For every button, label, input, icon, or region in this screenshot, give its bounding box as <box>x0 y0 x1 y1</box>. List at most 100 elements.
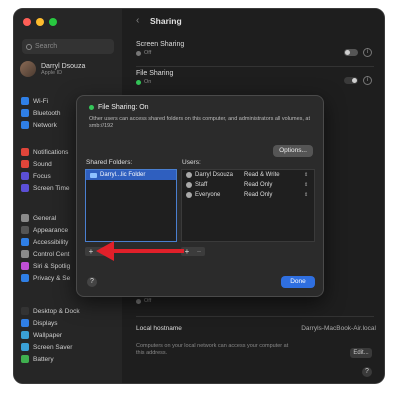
sidebar-item[interactable]: Desktop & Dock <box>19 305 119 317</box>
edit-hostname-button[interactable]: Edit... <box>350 348 372 358</box>
screen-sharing-label: Screen Sharing <box>136 41 185 48</box>
sidebar-item-label: Control Cent <box>33 250 70 258</box>
settings-pane-icon <box>21 226 29 234</box>
user-row[interactable]: Staff Read Only ⇕ <box>182 180 314 190</box>
file-sharing-toggle[interactable] <box>344 77 358 84</box>
user-name: Darryl Dsouza <box>195 172 234 178</box>
search-icon <box>26 43 32 50</box>
remove-user-button[interactable]: − <box>193 247 205 256</box>
divider <box>136 316 374 317</box>
dialog-title-text: File Sharing: On <box>98 104 149 111</box>
sidebar-item-label: Screen Time <box>33 184 70 192</box>
sidebar-item-label: Sound <box>33 160 52 168</box>
user-row[interactable]: Everyone Read Only ⇕ <box>182 190 314 200</box>
zoom-window-button[interactable] <box>49 18 57 26</box>
hidden-row-status: Off <box>136 296 372 304</box>
local-hostname-row: Local hostname Darryls-MacBook-Air.local <box>136 325 376 332</box>
close-window-button[interactable] <box>23 18 31 26</box>
user-icon <box>186 172 192 178</box>
user-name: Everyone <box>195 192 221 198</box>
hostname-description: Computers on your local network can acce… <box>136 343 336 357</box>
minimize-window-button[interactable] <box>36 18 44 26</box>
sidebar-item-label: Network <box>33 121 57 129</box>
folder-name: Darryl...lic Folder <box>100 172 146 178</box>
permission-select[interactable]: Read & Write <box>244 172 304 178</box>
search-placeholder: Search <box>35 43 58 50</box>
settings-pane-icon <box>21 331 29 339</box>
sidebar-item[interactable]: Screen Saver <box>19 341 119 353</box>
list-item[interactable]: Darryl...lic Folder <box>86 170 176 180</box>
sidebar-item-label: Desktop & Dock <box>33 307 80 315</box>
back-chevron-icon[interactable]: ‹ <box>136 15 139 26</box>
status-dot-icon <box>136 79 141 85</box>
file-sharing-label: File Sharing <box>136 70 174 77</box>
red-arrow-annotation <box>96 241 184 261</box>
sidebar-item-label: General <box>33 214 57 222</box>
user-row[interactable]: Darryl Dsouza Read & Write ⇕ <box>182 170 314 180</box>
shared-folders-label: Shared Folders: <box>86 159 133 166</box>
settings-pane-icon <box>21 343 29 351</box>
account-item[interactable]: Darryl Dsouza Apple ID <box>20 61 85 77</box>
dialog-description: Other users can access shared folders on… <box>89 116 311 129</box>
shared-folders-list[interactable]: Darryl...lic Folder <box>85 169 177 242</box>
screen-sharing-toggle[interactable] <box>344 49 358 56</box>
settings-pane-icon <box>21 307 29 315</box>
avatar <box>20 61 36 77</box>
sidebar-item-label: Accessibility <box>33 238 69 246</box>
account-sub: Apple ID <box>41 69 63 76</box>
sidebar-item-label: Wi-Fi <box>33 97 49 105</box>
user-name: Staff <box>195 182 208 188</box>
settings-pane-icon <box>21 97 29 105</box>
status-dot-icon <box>136 298 141 304</box>
sidebar-item[interactable]: Displays <box>19 317 119 329</box>
screen-sharing-row[interactable]: Screen Sharing Off <box>136 41 372 56</box>
local-hostname-value: Darryls-MacBook-Air.local <box>301 325 376 332</box>
sidebar-item-label: Battery <box>33 355 54 363</box>
file-sharing-info-icon[interactable]: i <box>363 76 372 85</box>
settings-pane-icon <box>21 214 29 222</box>
settings-pane-icon <box>21 109 29 117</box>
folder-icon <box>90 172 97 178</box>
hostname-desc-line-2: this address. <box>136 350 168 356</box>
settings-pane-icon <box>21 172 29 180</box>
options-button[interactable]: Options... <box>273 145 313 157</box>
file-sharing-row[interactable]: File Sharing On <box>136 70 372 85</box>
status-dot-icon <box>136 50 141 56</box>
dialog-help-button[interactable]: ? <box>87 277 97 287</box>
hostname-desc-line-1: Computers on your local network can acce… <box>136 343 289 349</box>
sidebar-item-label: Privacy & Se <box>33 274 71 282</box>
page-title: Sharing <box>150 16 182 26</box>
done-button[interactable]: Done <box>281 276 315 288</box>
account-name: Darryl Dsouza <box>41 62 86 70</box>
divider <box>136 66 374 67</box>
chevron-updown-icon: ⇕ <box>304 172 309 178</box>
settings-pane-icon <box>21 184 29 192</box>
settings-pane-icon <box>21 319 29 327</box>
help-button[interactable]: ? <box>362 367 372 377</box>
arrow-head <box>96 241 114 261</box>
sidebar-item-label: Appearance <box>33 226 69 234</box>
settings-pane-icon <box>21 250 29 258</box>
users-label: Users: <box>182 159 201 166</box>
settings-pane-icon <box>21 238 29 246</box>
sidebar-item-label: Displays <box>33 319 58 327</box>
sidebar-item-label: Focus <box>33 172 51 180</box>
sidebar-item[interactable]: Battery <box>19 353 119 365</box>
dialog-title: File Sharing: On <box>89 104 149 111</box>
search-input[interactable]: Search <box>22 39 114 54</box>
group-icon <box>186 192 192 198</box>
sidebar-item[interactable]: Wallpaper <box>19 329 119 341</box>
permission-select[interactable]: Read Only <box>244 192 304 198</box>
sidebar-item-label: Screen Saver <box>33 343 73 351</box>
window-controls <box>23 18 57 26</box>
settings-pane-icon <box>21 160 29 168</box>
settings-pane-icon <box>21 274 29 282</box>
status-dot-icon <box>89 105 94 110</box>
screen-sharing-info-icon[interactable]: i <box>363 48 372 57</box>
settings-pane-icon <box>21 262 29 270</box>
sidebar-item-label: Notifications <box>33 148 69 156</box>
users-list: Darryl Dsouza Read & Write ⇕ Staff Read … <box>181 169 315 242</box>
permission-select[interactable]: Read Only <box>244 182 304 188</box>
settings-pane-icon <box>21 121 29 129</box>
sidebar-item-label: Wallpaper <box>33 331 63 339</box>
